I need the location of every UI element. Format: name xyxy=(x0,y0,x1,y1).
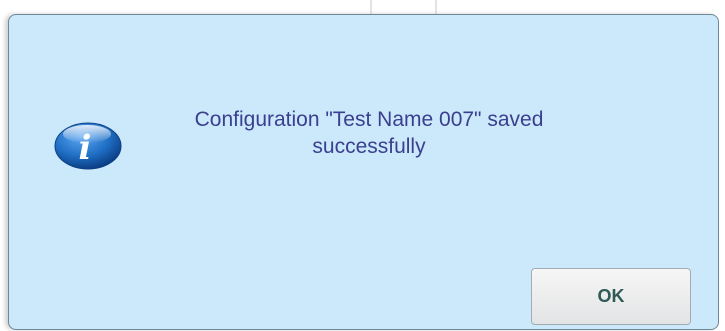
info-icon: i xyxy=(54,122,122,170)
dialog-message: Configuration "Test Name 007" saved succ… xyxy=(194,108,544,158)
backdrop-divider xyxy=(435,0,437,14)
svg-text:i: i xyxy=(79,128,92,168)
backdrop-divider xyxy=(370,0,372,14)
window-top-edge xyxy=(0,0,725,14)
info-dialog: i Configuration "Test Name 007" saved su… xyxy=(8,14,719,330)
ok-button[interactable]: OK xyxy=(531,268,691,325)
